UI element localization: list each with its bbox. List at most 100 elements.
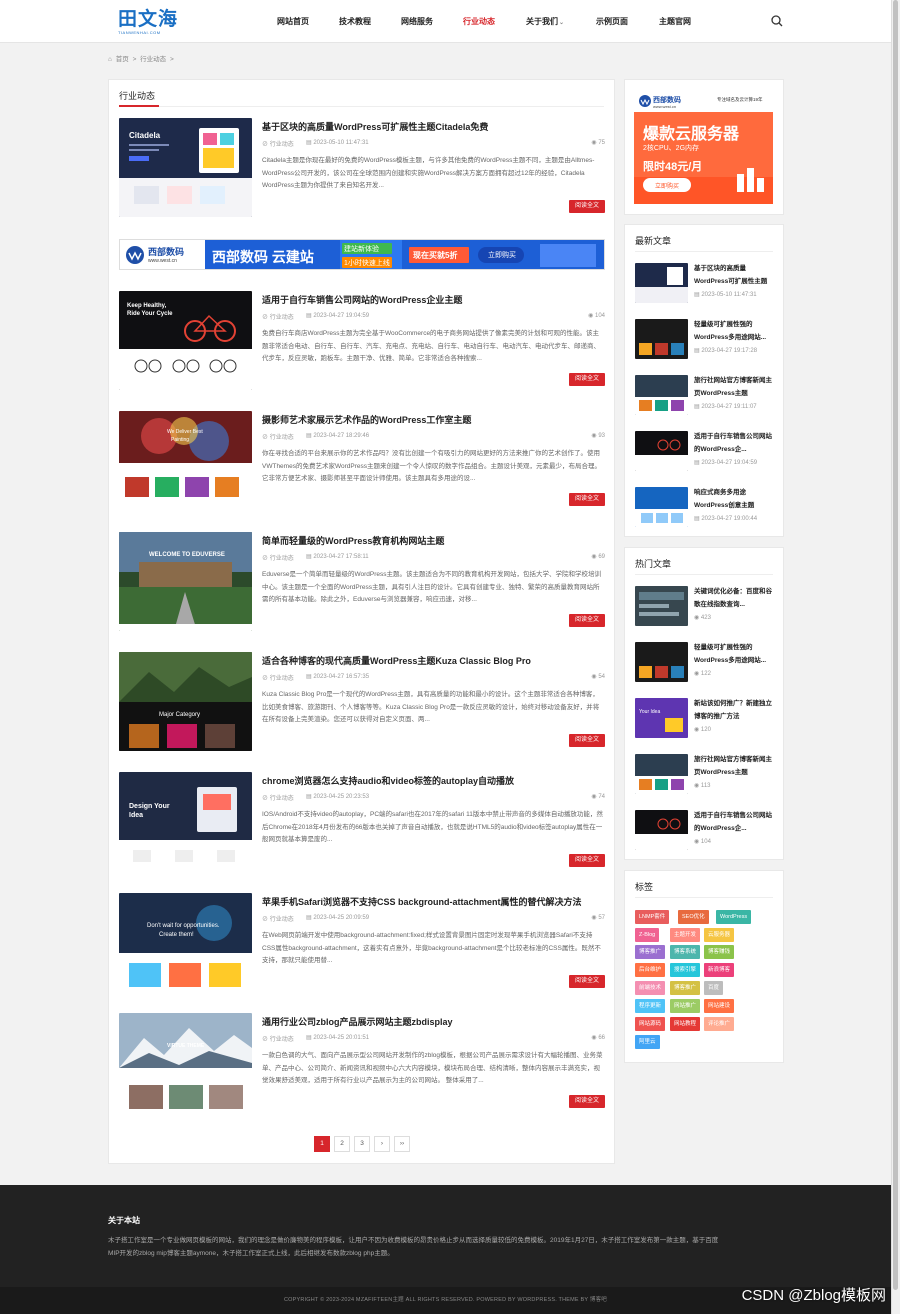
- page-3-button[interactable]: 3: [354, 1136, 370, 1152]
- article-thumbnail[interactable]: Don't wait for opportunities. Create them…: [119, 893, 252, 992]
- next-page-button[interactable]: ›: [374, 1136, 390, 1152]
- sidebar-hot-item[interactable]: 轻量级可扩展性强的WordPress多用途网站... ◉ 122: [635, 642, 775, 684]
- tag-item[interactable]: 评论推广: [704, 1017, 735, 1031]
- tag-item[interactable]: WordPress: [716, 910, 752, 924]
- article-category[interactable]: ⊘ 行业动态: [262, 312, 294, 321]
- article-title[interactable]: 基于区块的高质量WordPress可扩展性主题Citadela免费: [262, 120, 605, 133]
- sidebar-thumbnail[interactable]: [635, 810, 688, 850]
- tag-item[interactable]: 前端技术: [635, 981, 666, 995]
- nav-item-industry-news[interactable]: 行业动态: [463, 0, 495, 43]
- article-title[interactable]: 苹果手机Safari浏览器不支持CSS background-attachmen…: [262, 895, 605, 908]
- article-thumbnail[interactable]: WELCOME TO EDUVERSE: [119, 532, 252, 631]
- sidebar-item-title[interactable]: 轻量级可扩展性强的WordPress多用途网站...: [694, 319, 775, 344]
- article-category[interactable]: ⊘ 行业动态: [262, 139, 294, 148]
- article-category[interactable]: ⊘ 行业动态: [262, 1034, 294, 1043]
- article-thumbnail[interactable]: Major Category: [119, 652, 252, 751]
- article-category[interactable]: ⊘ 行业动态: [262, 673, 294, 682]
- tag-item[interactable]: SEO优化: [678, 910, 709, 924]
- sidebar-thumbnail[interactable]: [635, 375, 688, 415]
- sidebar-item-title[interactable]: 关键词优化必备：百度和谷歌在线指数查询...: [694, 586, 775, 611]
- tag-item[interactable]: 程序更新: [635, 999, 666, 1013]
- tag-item[interactable]: 博客推广: [635, 945, 666, 959]
- sidebar-latest-item[interactable]: 轻量级可扩展性强的WordPress多用途网站... ▤ 2023-04-27 …: [635, 319, 775, 361]
- sidebar-thumbnail[interactable]: [635, 642, 688, 682]
- sidebar-latest-item[interactable]: 基于区块的高质量WordPress可扩展性主题C... ▤ 2023-05-10…: [635, 263, 775, 305]
- sidebar-item-title[interactable]: 适用于自行车销售公司网站的WordPress企...: [694, 431, 775, 456]
- article-title[interactable]: 通用行业公司zblog产品展示网站主题zbdisplay: [262, 1015, 605, 1028]
- sidebar-thumbnail[interactable]: [635, 431, 688, 471]
- last-page-button[interactable]: ››: [394, 1136, 410, 1152]
- tag-item[interactable]: 后台维护: [635, 963, 666, 977]
- sidebar-item-title[interactable]: 适用于自行车销售公司网站的WordPress企...: [694, 810, 775, 835]
- read-more-button[interactable]: 阅读全文: [569, 493, 605, 506]
- article-thumbnail[interactable]: We Deliver Best Painting: [119, 411, 252, 510]
- sidebar-item-title[interactable]: 旅行社网站官方博客新闻主页WordPress主题: [694, 754, 775, 779]
- sidebar-hot-item[interactable]: 适用于自行车销售公司网站的WordPress企... ◉ 104: [635, 810, 775, 852]
- nav-item-about[interactable]: 关于我们⌄: [526, 0, 564, 43]
- sidebar-ad[interactable]: 西部数码 www.west.cn 专注域名及云计算19年 爆款云服务器 2核CP…: [624, 79, 784, 215]
- tag-item[interactable]: 网站建设: [704, 999, 735, 1013]
- article-title[interactable]: 简单而轻量级的WordPress教育机构网站主题: [262, 534, 605, 547]
- read-more-button[interactable]: 阅读全文: [569, 975, 605, 988]
- tag-item[interactable]: 网站教程: [670, 1017, 701, 1031]
- article-title[interactable]: 适合各种博客的现代高质量WordPress主题Kuza Classic Blog…: [262, 654, 605, 667]
- page-2-button[interactable]: 2: [334, 1136, 350, 1152]
- sidebar-item-title[interactable]: 响应式商务多用途WordPress创意主题EarnP...: [694, 487, 775, 512]
- article-title[interactable]: 适用于自行车销售公司网站的WordPress企业主题: [262, 293, 605, 306]
- sidebar-thumbnail[interactable]: [635, 319, 688, 359]
- article-title[interactable]: 摄影师艺术家展示艺术作品的WordPress工作室主题: [262, 413, 605, 426]
- tag-item[interactable]: 主题开发: [670, 928, 701, 942]
- tag-item[interactable]: 百度: [704, 981, 724, 995]
- read-more-button[interactable]: 阅读全文: [569, 1095, 605, 1108]
- article-thumbnail[interactable]: Citadela: [119, 118, 252, 217]
- article-category[interactable]: ⊘ 行业动态: [262, 914, 294, 923]
- sidebar-thumbnail[interactable]: Your Idea: [635, 698, 688, 738]
- breadcrumb-current[interactable]: 行业动态: [140, 56, 166, 63]
- sidebar-thumbnail[interactable]: [635, 586, 688, 626]
- read-more-button[interactable]: 阅读全文: [569, 614, 605, 627]
- nav-item-sample-page[interactable]: 示例页面: [596, 0, 628, 43]
- sidebar-item-title[interactable]: 轻量级可扩展性强的WordPress多用途网站...: [694, 642, 775, 667]
- sidebar-latest-item[interactable]: 响应式商务多用途WordPress创意主题EarnP... ▤ 2023-04-…: [635, 487, 775, 529]
- page-1-button[interactable]: 1: [314, 1136, 330, 1152]
- tag-item[interactable]: 搜索引擎: [670, 963, 701, 977]
- tag-item[interactable]: 网站推广: [670, 999, 701, 1013]
- tag-item[interactable]: 博客推广: [670, 981, 701, 995]
- sidebar-thumbnail[interactable]: [635, 487, 688, 527]
- banner-ad[interactable]: 西部数码 www.west.cn 西部数码 云建站 建站新体验 1小时快速上线 …: [119, 239, 605, 270]
- scrollbar-thumb[interactable]: [893, 0, 898, 1290]
- article-thumbnail[interactable]: VIRTUE THEME: [119, 1013, 252, 1112]
- sidebar-hot-item[interactable]: 旅行社网站官方博客新闻主页WordPress主题 ◉ 113: [635, 754, 775, 796]
- nav-item-theme-site[interactable]: 主题官网: [659, 0, 691, 43]
- sidebar-latest-item[interactable]: 适用于自行车销售公司网站的WordPress企... ▤ 2023-04-27 …: [635, 431, 775, 473]
- site-logo[interactable]: 田文海 TIANWENHAI.COM: [118, 8, 178, 38]
- article-title[interactable]: chrome浏览器怎么支持audio和video标签的autoplay自动播放: [262, 774, 605, 787]
- sidebar-hot-item[interactable]: Your Idea 新站该如何推广？新建独立博客的推广方法 ◉ 120: [635, 698, 775, 740]
- sidebar-thumbnail[interactable]: [635, 754, 688, 794]
- tag-item[interactable]: LNMP套件: [635, 910, 670, 924]
- read-more-button[interactable]: 阅读全文: [569, 854, 605, 867]
- sidebar-item-title[interactable]: 新站该如何推广？新建独立博客的推广方法: [694, 698, 775, 723]
- tag-item[interactable]: 新浪博客: [704, 963, 735, 977]
- sidebar-ad-cta[interactable]: 立即购买: [655, 181, 679, 190]
- tag-item[interactable]: 阿里云: [635, 1035, 660, 1049]
- read-more-button[interactable]: 阅读全文: [569, 200, 605, 213]
- sidebar-item-title[interactable]: 基于区块的高质量WordPress可扩展性主题C...: [694, 263, 775, 288]
- sidebar-item-title[interactable]: 旅行社网站官方博客新闻主页WordPress主题: [694, 375, 775, 400]
- article-category[interactable]: ⊘ 行业动态: [262, 553, 294, 562]
- tag-item[interactable]: 网站源码: [635, 1017, 666, 1031]
- breadcrumb-home[interactable]: 首页: [116, 56, 129, 63]
- sidebar-thumbnail[interactable]: [635, 263, 688, 303]
- nav-item-services[interactable]: 网络服务: [401, 0, 433, 43]
- article-category[interactable]: ⊘ 行业动态: [262, 432, 294, 441]
- search-icon[interactable]: [770, 14, 784, 28]
- tag-item[interactable]: 博客赚钱: [704, 945, 735, 959]
- read-more-button[interactable]: 阅读全文: [569, 734, 605, 747]
- nav-item-home[interactable]: 网站首页: [277, 0, 309, 43]
- tag-item[interactable]: 博客系统: [670, 945, 701, 959]
- article-thumbnail[interactable]: Design Your Idea: [119, 772, 252, 871]
- tag-item[interactable]: 云服务器: [704, 928, 735, 942]
- sidebar-hot-item[interactable]: 关键词优化必备：百度和谷歌在线指数查询... ◉ 423: [635, 586, 775, 628]
- banner-cta[interactable]: 立即购买: [488, 250, 516, 260]
- article-category[interactable]: ⊘ 行业动态: [262, 793, 294, 802]
